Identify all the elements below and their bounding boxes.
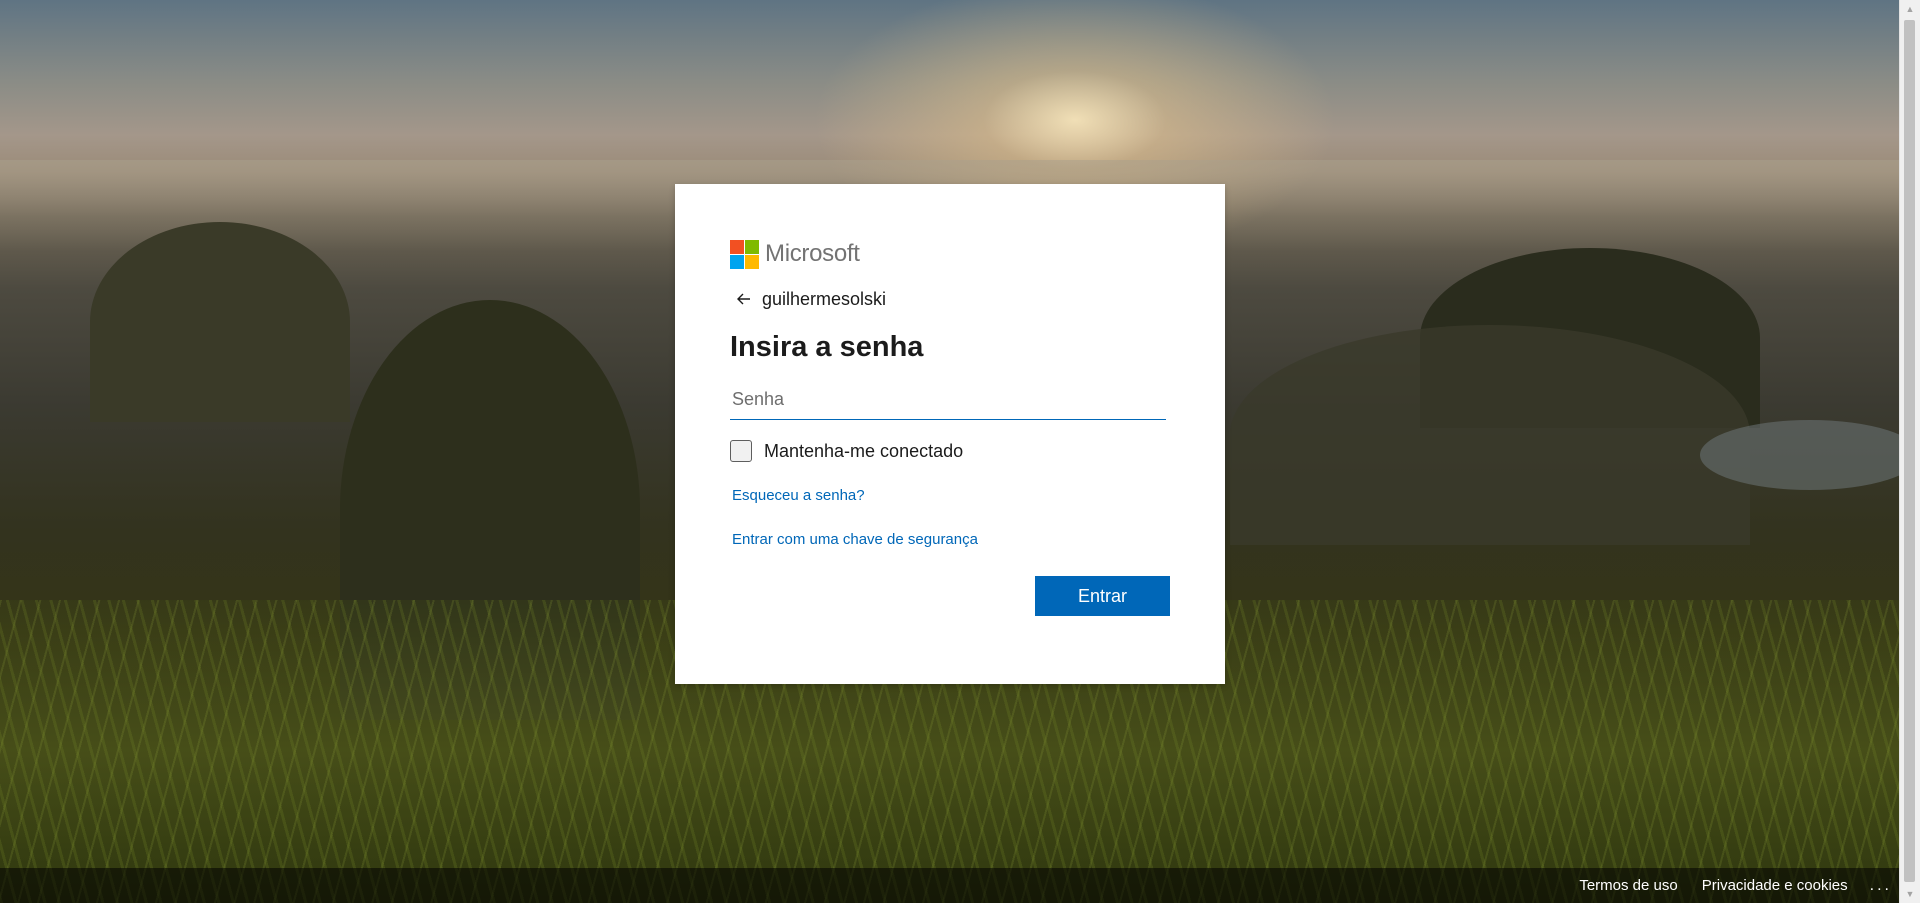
microsoft-wordmark: Microsoft: [765, 240, 860, 267]
keep-signed-in-label[interactable]: Mantenha-me conectado: [764, 441, 963, 462]
button-row: Entrar: [730, 576, 1170, 616]
keep-signed-in-checkbox[interactable]: [730, 440, 752, 462]
signin-card: Microsoft guilhermesolski Insira a senha…: [675, 184, 1225, 684]
logo-square-blue: [730, 254, 744, 269]
logo-square-yellow: [745, 254, 759, 269]
keep-signed-in-row[interactable]: Mantenha-me conectado: [730, 440, 1170, 462]
vertical-scrollbar[interactable]: ▲ ▼: [1899, 0, 1920, 903]
scrollbar-thumb[interactable]: [1904, 20, 1915, 882]
password-input[interactable]: [730, 384, 1166, 420]
forgot-password-link[interactable]: Esqueceu a senha?: [732, 487, 1170, 504]
logo-square-green: [745, 239, 759, 254]
microsoft-logo-icon: [730, 239, 759, 269]
microsoft-logo: Microsoft: [730, 239, 1170, 269]
scroll-down-icon[interactable]: ▼: [1900, 885, 1920, 903]
arrow-left-icon[interactable]: [734, 289, 754, 309]
identity-banner[interactable]: guilhermesolski: [730, 287, 1170, 311]
username-display: guilhermesolski: [762, 288, 887, 309]
scroll-up-icon[interactable]: ▲: [1900, 0, 1920, 18]
footer: Termos de uso Privacidade e cookies ...: [0, 868, 1900, 903]
more-options-button[interactable]: ...: [1870, 877, 1892, 895]
page-title: Insira a senha: [730, 331, 924, 363]
privacy-link[interactable]: Privacidade e cookies: [1702, 877, 1848, 894]
logo-square-red: [730, 239, 744, 254]
background-hill: [90, 222, 350, 422]
signin-button[interactable]: Entrar: [1035, 576, 1170, 616]
terms-link[interactable]: Termos de uso: [1579, 877, 1677, 894]
background-hill: [1230, 325, 1750, 545]
security-key-link[interactable]: Entrar com uma chave de segurança: [732, 531, 1170, 548]
